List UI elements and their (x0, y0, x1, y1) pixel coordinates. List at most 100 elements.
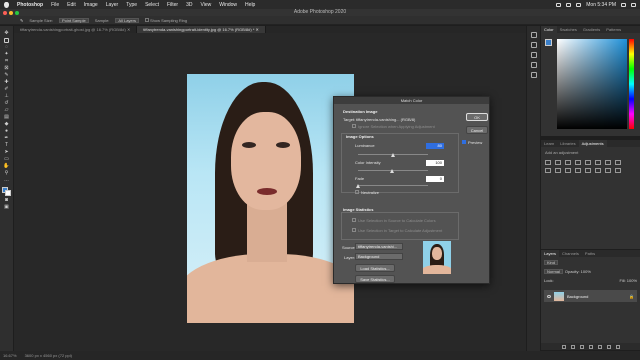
search-icon[interactable] (621, 2, 626, 7)
crop-tool-icon[interactable]: ⌗ (3, 58, 10, 64)
tab-color[interactable]: Color (541, 26, 557, 33)
layer-row-background[interactable]: Background 🔒 (544, 290, 637, 302)
shape-tool-icon[interactable]: ▭ (3, 156, 10, 162)
pen-tool-icon[interactable]: ✒ (3, 135, 10, 141)
menu-file[interactable]: File (51, 2, 59, 8)
sample-size-select[interactable]: Point Sample (58, 17, 89, 23)
add-mask-icon[interactable] (579, 344, 584, 349)
menu-filter[interactable]: Filter (167, 2, 178, 8)
load-statistics-button[interactable]: Load Statistics... (355, 264, 395, 272)
volume-icon[interactable] (576, 2, 582, 7)
lasso-tool-icon[interactable]: ◌ (3, 44, 10, 50)
new-adjustment-icon[interactable] (588, 344, 593, 349)
menu-layer[interactable]: Layer (106, 2, 119, 8)
zoom-tool-icon[interactable]: ⚲ (3, 170, 10, 176)
properties-panel-icon[interactable] (530, 42, 537, 48)
menu-select[interactable]: Select (145, 2, 159, 8)
fade-input[interactable]: 0 (426, 176, 444, 182)
character-panel-icon[interactable] (530, 62, 537, 68)
color-intensity-input[interactable]: 100 (426, 160, 444, 166)
gradient-map-icon[interactable] (605, 168, 611, 173)
tab-adjustments[interactable]: Adjustments (578, 140, 607, 147)
invert-icon[interactable] (575, 168, 581, 173)
opacity-field[interactable]: Opacity: 100% (565, 269, 591, 274)
cancel-button[interactable]: Cancel (466, 126, 488, 134)
frame-tool-icon[interactable]: ⊠ (3, 65, 10, 71)
paragraph-panel-icon[interactable] (530, 72, 537, 78)
clone-stamp-icon[interactable]: ⊥ (3, 93, 10, 99)
panel-foreground-swatch[interactable] (545, 39, 552, 46)
menu-edit[interactable]: Edit (67, 2, 76, 8)
eraser-tool-icon[interactable]: ▱ (3, 107, 10, 113)
blend-mode-select[interactable]: Normal (544, 269, 563, 274)
wifi-icon[interactable] (556, 2, 562, 7)
color-lookup-icon[interactable] (565, 168, 571, 173)
exposure-icon[interactable] (575, 160, 581, 165)
background-color-swatch[interactable] (5, 190, 11, 196)
history-panel-icon[interactable] (530, 32, 537, 38)
type-tool-icon[interactable]: T (3, 142, 10, 148)
levels-icon[interactable] (555, 160, 561, 165)
color-picker-field[interactable] (557, 39, 627, 129)
screen-mode-icon[interactable]: ▣ (3, 204, 10, 210)
tab-identity[interactable]: tiffanytrenda-vanishingportrait-identity… (137, 26, 266, 33)
history-brush-icon[interactable]: ↺ (3, 100, 10, 106)
menu-app-name[interactable]: Photoshop (17, 2, 43, 8)
curves-icon[interactable] (565, 160, 571, 165)
move-tool-icon[interactable]: ✥ (3, 30, 10, 36)
ok-button[interactable]: OK (466, 113, 488, 121)
selective-color-icon[interactable] (615, 168, 621, 173)
fade-slider[interactable] (358, 185, 428, 186)
menu-clock[interactable]: Mon 5:34 PM (586, 2, 616, 8)
new-layer-icon[interactable] (606, 344, 611, 349)
black-white-icon[interactable] (615, 160, 621, 165)
marquee-tool-icon[interactable] (3, 37, 10, 43)
tab-learn[interactable]: Learn (541, 140, 557, 147)
healing-brush-icon[interactable]: ✚ (3, 79, 10, 85)
tab-swatches[interactable]: Swatches (557, 26, 580, 33)
threshold-icon[interactable] (595, 168, 601, 173)
sample-select[interactable]: All Layers (115, 17, 139, 23)
trash-icon[interactable] (615, 344, 620, 349)
layer-kind-filter[interactable]: Kind (544, 260, 559, 265)
quick-mask-icon[interactable]: ◙ (3, 197, 10, 203)
source-select[interactable]: tiffanytrenda-vanishi... (355, 243, 403, 250)
menu-3d[interactable]: 3D (186, 2, 192, 8)
menu-help[interactable]: Help (245, 2, 255, 8)
tab-gradients[interactable]: Gradients (580, 26, 603, 33)
eyedropper-tool-icon[interactable]: ✎ (20, 18, 23, 23)
tab-paths[interactable]: Paths (582, 250, 598, 257)
tab-channels[interactable]: Channels (559, 250, 582, 257)
layer-select[interactable]: Background (355, 253, 403, 260)
ignore-selection-checkbox[interactable] (352, 124, 356, 128)
zoom-window-icon[interactable] (15, 10, 19, 15)
zoom-level[interactable]: 16.67% (3, 353, 17, 358)
close-window-icon[interactable] (3, 10, 7, 15)
luminance-input[interactable]: 80 (426, 143, 444, 149)
brush-panel-icon[interactable] (530, 52, 537, 58)
dodge-tool-icon[interactable]: ● (3, 128, 10, 134)
color-swatches[interactable] (2, 187, 11, 196)
quick-select-tool-icon[interactable]: ✦ (3, 51, 10, 57)
hue-saturation-icon[interactable] (595, 160, 601, 165)
apple-icon[interactable] (4, 1, 9, 8)
hue-slider[interactable] (629, 39, 634, 129)
brush-tool-icon[interactable]: ✐ (3, 86, 10, 92)
fade-slider-knob[interactable] (356, 184, 360, 188)
link-layers-icon[interactable] (561, 344, 566, 349)
visibility-eye-icon[interactable] (547, 294, 551, 298)
color-intensity-slider-knob[interactable] (390, 169, 394, 173)
gradient-tool-icon[interactable]: ▤ (3, 114, 10, 120)
tab-patterns[interactable]: Patterns (603, 26, 624, 33)
lock-icon[interactable]: 🔒 (629, 294, 634, 299)
hand-tool-icon[interactable]: ✋ (3, 163, 10, 169)
brightness-contrast-icon[interactable] (545, 160, 551, 165)
neutralize-checkbox[interactable] (355, 190, 359, 194)
posterize-icon[interactable] (585, 168, 591, 173)
menu-window[interactable]: Window (219, 2, 237, 8)
more-tools-icon[interactable]: … (3, 177, 10, 183)
save-statistics-button[interactable]: Save Statistics... (355, 275, 395, 283)
menu-image[interactable]: Image (84, 2, 98, 8)
fill-field[interactable]: Fill: 100% (619, 278, 637, 283)
photo-filter-icon[interactable] (545, 168, 551, 173)
